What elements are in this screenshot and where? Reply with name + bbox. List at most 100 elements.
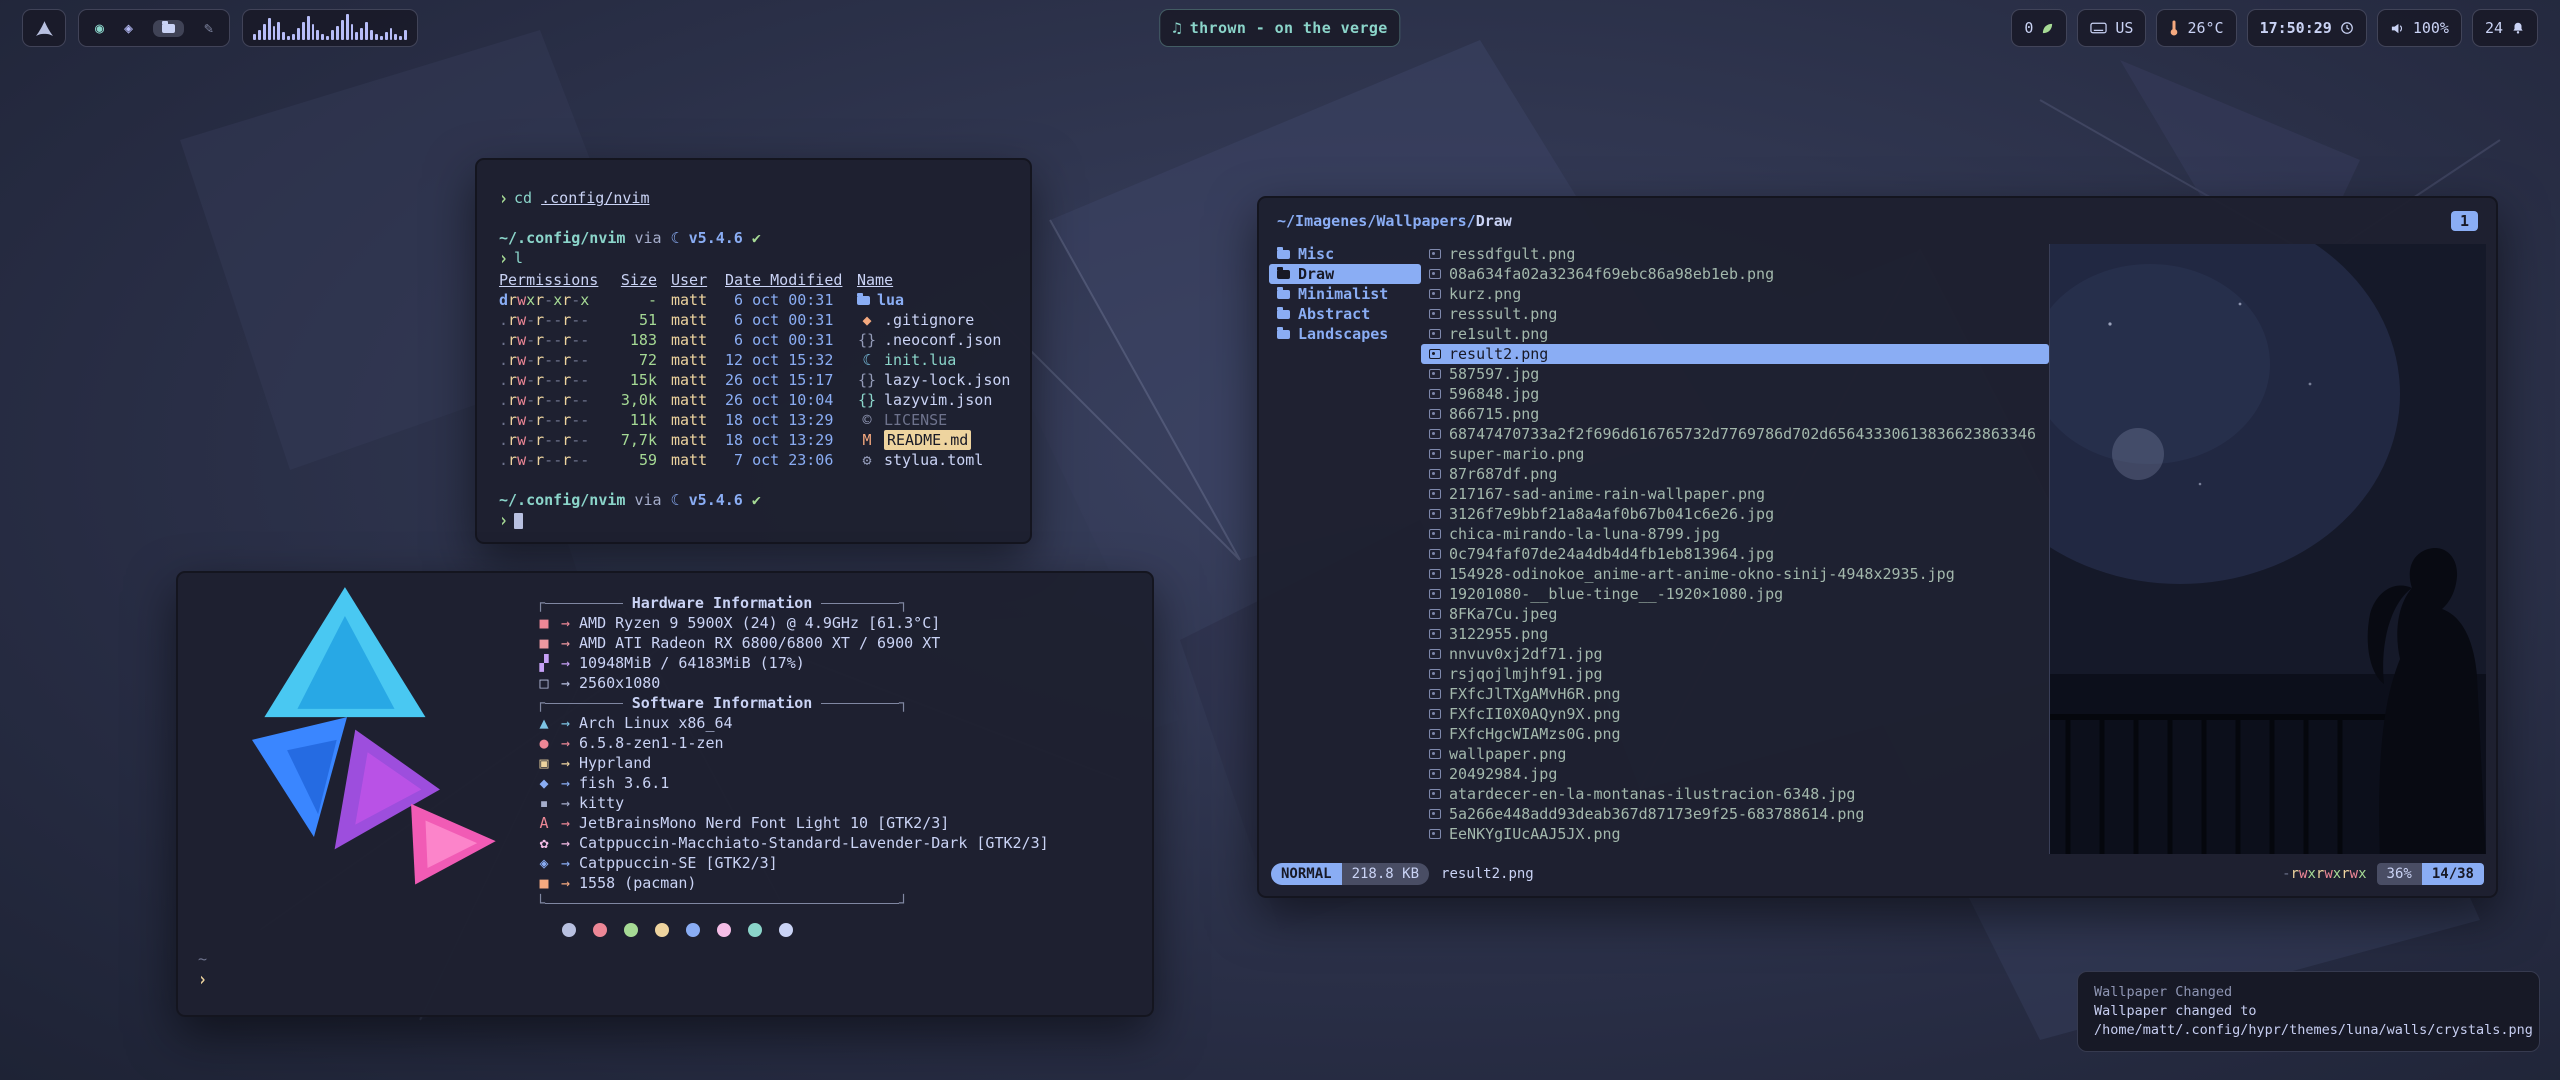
breadcrumb-parent[interactable]: ~/Imagenes/Wallpapers/ — [1277, 212, 1476, 230]
workspace-4-button[interactable]: ✎ — [204, 19, 213, 37]
file-name: EeNKYgIUcAAJ5JX.png — [1449, 825, 1621, 843]
arrow-icon: → — [561, 733, 570, 753]
file-item[interactable]: result2.png — [1421, 344, 2049, 364]
info-line-text: 1558 (pacman) — [579, 873, 696, 893]
filetype-icon: ☾ — [857, 350, 877, 370]
file-item[interactable]: super-mario.png — [1421, 444, 2049, 464]
volume-module[interactable]: 100% — [2377, 9, 2462, 47]
box-corner: ┘ — [899, 893, 908, 913]
updates-module[interactable]: 0 — [2011, 9, 2067, 47]
file-item[interactable]: atardecer-en-la-montanas-ilustracion-634… — [1421, 784, 2049, 804]
file-name: nnvuv0xj2df71.jpg — [1449, 645, 1603, 663]
filetype-icon: {} — [857, 390, 877, 410]
file-item[interactable]: 866715.png — [1421, 404, 2049, 424]
file-item[interactable]: resssult.png — [1421, 304, 2049, 324]
file-date: 18 oct 13:29 — [725, 430, 843, 450]
info-line-icon: ▲ — [536, 713, 552, 733]
file-name-cell: {}lazy-lock.json — [857, 370, 1010, 390]
scroll-percent-badge: 36% — [2377, 863, 2422, 885]
image-file-icon — [1429, 669, 1441, 679]
file-item[interactable]: kurz.png — [1421, 284, 2049, 304]
directory-item[interactable]: Misc — [1269, 244, 1421, 264]
file-name: README.md — [884, 430, 971, 450]
file-item[interactable]: 5a266e448add93deab367d87173e9f25-6837886… — [1421, 804, 2049, 824]
file-item[interactable]: chica-mirando-la-luna-8799.jpg — [1421, 524, 2049, 544]
file-item[interactable]: wallpaper.png — [1421, 744, 2049, 764]
image-file-icon — [1429, 569, 1441, 579]
box-corner: └ — [536, 893, 545, 913]
status-bar: NORMAL 218.8 KB result2.png -rwxrwxrwx 3… — [1271, 862, 2484, 886]
file-item[interactable]: 217167-sad-anime-rain-wallpaper.png — [1421, 484, 2049, 504]
file-item[interactable]: 19201080-__blue-tinge__-1920×1080.jpg — [1421, 584, 2049, 604]
workspace-3-button-active[interactable] — [153, 20, 184, 37]
file-owner: matt — [671, 350, 711, 370]
file-item[interactable]: 3126f7e9bbf21a8a4af0b67b041c6e26.jpg — [1421, 504, 2049, 524]
file-item[interactable]: 0c794faf07de24a4db4d4fb1eb813964.jpg — [1421, 544, 2049, 564]
file-item[interactable]: 8FKa7Cu.jpeg — [1421, 604, 2049, 624]
file-item[interactable]: 08a634fa02a32364f69ebc86a98eb1eb.png — [1421, 264, 2049, 284]
arrow-icon: → — [561, 633, 570, 653]
clock-icon — [2340, 21, 2354, 35]
palette-dot — [779, 923, 793, 937]
folder-icon — [1277, 310, 1290, 319]
file-item[interactable]: 87r687df.png — [1421, 464, 2049, 484]
prompt-arrow: › — [499, 246, 508, 271]
file-item[interactable]: rsjqojlmjhf91.jpg — [1421, 664, 2049, 684]
directory-item[interactable]: Minimalist — [1269, 284, 1421, 304]
file-item[interactable]: ressdfgult.png — [1421, 244, 2049, 264]
directory-item[interactable]: Landscapes — [1269, 324, 1421, 344]
workspace-1-button[interactable]: ◉ — [95, 19, 104, 37]
image-file-icon — [1429, 329, 1441, 339]
file-item[interactable]: FXfcJlTXgAMvH6R.png — [1421, 684, 2049, 704]
file-name: chica-mirando-la-luna-8799.jpg — [1449, 525, 1720, 543]
file-manager-window[interactable]: ~/Imagenes/Wallpapers/Draw 1 Misc Draw M… — [1257, 196, 2498, 898]
file-item[interactable]: FXfcII0X0AQyn9X.png — [1421, 704, 2049, 724]
notifications-module[interactable]: 24 — [2472, 9, 2538, 47]
file-item[interactable]: 587597.jpg — [1421, 364, 2049, 384]
box-corner: ┌ — [536, 593, 545, 613]
box-corner: ┐ — [899, 593, 908, 613]
file-name: 19201080-__blue-tinge__-1920×1080.jpg — [1449, 585, 1783, 603]
info-line-text: AMD ATI Radeon RX 6800/6800 XT / 6900 XT — [579, 633, 940, 653]
prompt-path: ~/.config/nvim — [499, 491, 625, 509]
clock-module[interactable]: 17:50:29 — [2247, 9, 2367, 47]
info-line-icon: □ — [536, 673, 552, 693]
system-info-window[interactable]: ┌ Hardware Information ┐ ■ → AMD Ryzen 9… — [176, 571, 1154, 1017]
file-item[interactable]: 154928-odinokoe_anime-art-anime-okno-sin… — [1421, 564, 2049, 584]
file-owner: matt — [671, 430, 711, 450]
info-line-icon: ■ — [536, 633, 552, 653]
file-name: rsjqojlmjhf91.jpg — [1449, 665, 1603, 683]
file-permissions: drwxr-xr-x — [499, 290, 601, 310]
fetch-shell-prompt[interactable]: ~ › — [198, 949, 213, 989]
file-item[interactable]: FXfcHgcWIAMzs0G.png — [1421, 724, 2049, 744]
file-manager-panels: Misc Draw Minimalist Abstract Landscapes — [1269, 244, 2486, 854]
notification-toast[interactable]: Wallpaper Changed Wallpaper changed to /… — [2077, 971, 2540, 1052]
media-player-module[interactable]: ♫ thrown - on the verge — [1159, 9, 1400, 47]
app-launcher-button[interactable] — [22, 9, 66, 47]
command-line-current[interactable]: › — [499, 510, 1008, 530]
file-item[interactable]: 20492984.jpg — [1421, 764, 2049, 784]
temperature-module[interactable]: 26°C — [2156, 9, 2236, 47]
filetype-icon: ⚙ — [857, 450, 877, 470]
terminal-window[interactable]: ›cd .config/nvim ~/.config/nvim via ☾ v5… — [475, 158, 1032, 544]
directory-item[interactable]: Abstract — [1269, 304, 1421, 324]
image-file-icon — [1429, 469, 1441, 479]
workspace-2-button[interactable]: ◈ — [124, 19, 133, 37]
file-item[interactable]: EeNKYgIUcAAJ5JX.png — [1421, 824, 2049, 844]
file-item[interactable]: 596848.jpg — [1421, 384, 2049, 404]
tab-indicator[interactable]: 1 — [2451, 211, 2478, 231]
info-line: ✿ → Catppuccin-Macchiato-Standard-Lavend… — [536, 833, 1136, 853]
file-item[interactable]: re1sult.png — [1421, 324, 2049, 344]
keyboard-layout-module[interactable]: US — [2077, 9, 2146, 47]
file-item[interactable]: 68747470733a2f2f696d616765732d7769786d70… — [1421, 424, 2049, 444]
file-name: re1sult.png — [1449, 325, 1548, 343]
directory-item[interactable]: Draw — [1269, 264, 1421, 284]
info-line: ● → 6.5.8-zen1-1-zen — [536, 733, 1136, 753]
image-file-icon — [1429, 509, 1441, 519]
prompt-arrow: › — [198, 967, 207, 992]
file-item[interactable]: 3122955.png — [1421, 624, 2049, 644]
music-note-icon: ♫ — [1172, 19, 1181, 37]
file-list-panel: ressdfgult.png 08a634fa02a32364f69ebc86a… — [1421, 244, 2049, 854]
prompt-arrow: › — [499, 508, 508, 533]
file-item[interactable]: nnvuv0xj2df71.jpg — [1421, 644, 2049, 664]
